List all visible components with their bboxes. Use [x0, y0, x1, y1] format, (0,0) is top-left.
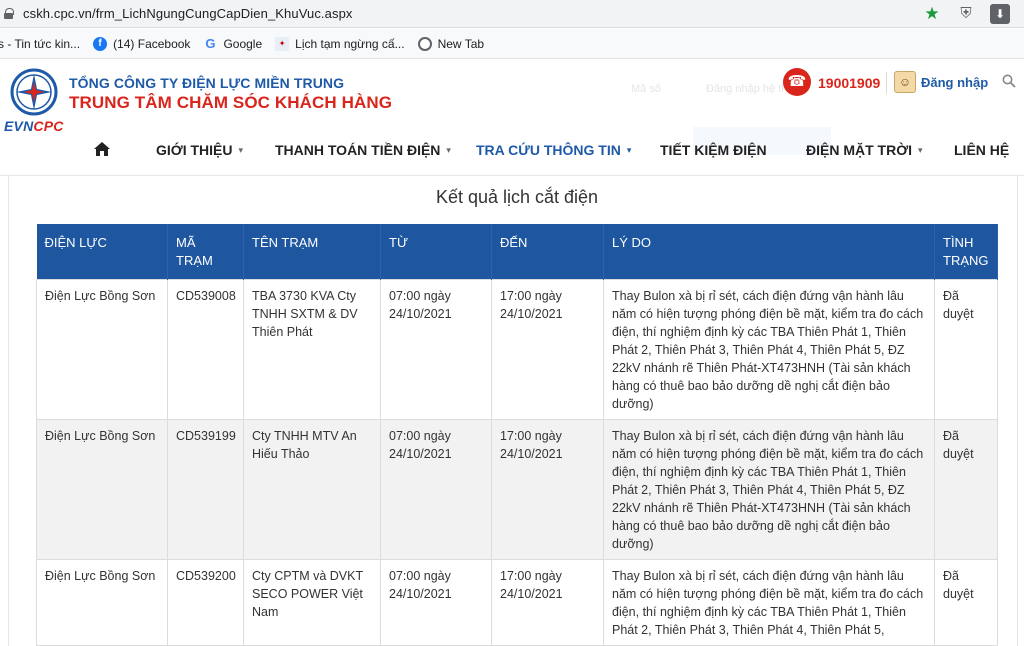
table-header-row: ĐIỆN LỰC MÃ TRẠM TÊN TRẠM TỪ ĐẾN LÝ DO T…: [36, 224, 998, 279]
bookmark-label: New Tab: [437, 36, 485, 51]
nav-label: GIỚI THIỆU: [156, 142, 233, 158]
cell-ten-tram: Cty CPTM và DVKT SECO POWER Việt Nam: [243, 558, 381, 646]
column-header: ĐẾN: [491, 224, 604, 279]
cell-dien-luc: Điện Lực Bồng Sơn: [36, 278, 168, 420]
download-icon[interactable]: ⬇: [990, 4, 1010, 24]
column-header: TỪ: [380, 224, 492, 279]
user-avatar-icon: ☺: [894, 71, 916, 93]
bookmark-label: (14) Facebook: [113, 36, 191, 51]
column-header: ĐIỆN LỰC: [36, 224, 168, 279]
cell-dien-luc: Điện Lực Bồng Sơn: [36, 418, 168, 560]
home-icon[interactable]: [93, 141, 111, 157]
url-bar-actions: ★ ⛨ ⬇: [922, 4, 1010, 24]
nav-item-dien-mat-troi[interactable]: ĐIỆN MẶT TRỜI ▾: [806, 142, 923, 158]
chevron-down-icon: ▾: [918, 145, 923, 155]
phone-icon: ☎: [783, 68, 811, 96]
bookmark-label: Lịch tạm ngừng cấ...: [295, 36, 405, 51]
cell-ten-tram: Cty TNHH MTV An Hiếu Thảo: [243, 418, 381, 560]
globe-icon: [417, 36, 432, 51]
evn-icon: ✦: [275, 36, 290, 51]
ghost-text: Mã số: [631, 83, 661, 95]
column-header: TÌNH TRẠNG: [934, 224, 998, 279]
cell-ma-tram: CD539199: [167, 418, 244, 560]
nav-label: TRA CỨU THÔNG TIN: [476, 142, 621, 158]
outage-schedule-table: ĐIỆN LỰC MÃ TRẠM TÊN TRẠM TỪ ĐẾN LÝ DO T…: [36, 224, 998, 646]
cell-tinh-trang: Đã duyệt: [934, 418, 998, 560]
url-text[interactable]: cskh.cpc.vn/frm_LichNgungCungCapDien_Khu…: [23, 6, 353, 21]
chevron-down-icon: ▾: [446, 145, 451, 155]
column-header: MÃ TRẠM: [167, 224, 244, 279]
cell-ma-tram: CD539200: [167, 558, 244, 646]
chevron-down-icon: ▾: [626, 145, 632, 155]
bookmark-label: s - Tin tức kin...: [0, 36, 81, 51]
site-page: EVNCPC TỔNG CÔNG TY ĐIỆN LỰC MIỀN TRUNG …: [0, 60, 1024, 646]
cell-dien-luc: Điện Lực Bồng Sơn: [36, 558, 168, 646]
cell-tu: 07:00 ngày 24/10/2021: [380, 418, 492, 560]
cell-ly-do: Thay Bulon xà bị rỉ sét, cách điện đứng …: [603, 558, 935, 646]
shield-icon[interactable]: ⛨: [956, 4, 976, 24]
nav-label: ĐIỆN MẶT TRỜI: [806, 142, 913, 158]
facebook-icon: f: [93, 36, 108, 51]
page-title: Kết quả lịch cắt điện: [435, 187, 599, 207]
logo-cpc-text: CPC: [33, 118, 64, 134]
nav-item-gioi-thieu[interactable]: GIỚI THIỆU ▾: [156, 142, 243, 158]
bookmark-item[interactable]: New Tab: [417, 36, 485, 51]
browser-url-bar[interactable]: cskh.cpc.vn/frm_LichNgungCungCapDien_Khu…: [0, 0, 1024, 28]
header-divider: [886, 72, 887, 94]
cell-den: 17:00 ngày 24/10/2021: [491, 418, 604, 560]
cell-ly-do: Thay Bulon xà bị rỉ sét, cách điện đứng …: [603, 418, 935, 560]
cell-tu: 07:00 ngày 24/10/2021: [380, 278, 492, 420]
cell-tinh-trang: Đã duyệt: [934, 558, 998, 646]
chevron-down-icon: ▾: [238, 145, 244, 155]
search-icon[interactable]: [1002, 74, 1016, 88]
login-link[interactable]: Đăng nhập: [921, 75, 988, 90]
bookmark-label: Google: [223, 36, 263, 51]
bookmark-star-icon[interactable]: ★: [922, 4, 942, 24]
logo-evn-text: EVN: [4, 118, 34, 134]
cell-tinh-trang: Đã duyệt: [934, 278, 998, 420]
nav-item-thanh-toan[interactable]: THANH TOÁN TIỀN ĐIỆN ▾: [275, 142, 451, 158]
evn-logo[interactable]: [10, 68, 58, 116]
google-icon: G: [205, 35, 216, 51]
nav-label: TIẾT KIỆM ĐIỆN: [660, 142, 767, 158]
cell-tu: 07:00 ngày 24/10/2021: [380, 558, 492, 646]
cell-ly-do: Thay Bulon xà bị rỉ sét, cách điện đứng …: [603, 278, 935, 420]
cell-ten-tram: TBA 3730 KVA Cty TNHH SXTM & DV Thiên Ph…: [243, 278, 381, 420]
main-nav: GIỚI THIỆU ▾ THANH TOÁN TIỀN ĐIỆN ▾ TRA CỨ…: [0, 136, 1024, 166]
hotline-number[interactable]: 19001909: [818, 75, 880, 91]
nav-label: THANH TOÁN TIỀN ĐIỆN: [275, 142, 441, 158]
column-header: TÊN TRẠM: [243, 224, 381, 279]
table-row: Điện Lực Bồng Sơn CD539200 Cty CPTM và D…: [36, 558, 998, 646]
table-row: Điện Lực Bồng Sơn CD539008 TBA 3730 KVA …: [36, 278, 998, 420]
bookmark-item[interactable]: f (14) Facebook: [93, 36, 191, 51]
bookmark-item[interactable]: s - Tin tức kin...: [0, 37, 80, 51]
nav-label: LIÊN HỆ: [954, 142, 1010, 158]
column-header: LÝ DO: [603, 224, 935, 279]
org-name-line1: TỔNG CÔNG TY ĐIỆN LỰC MIỀN TRUNG: [69, 75, 345, 91]
bookmark-item[interactable]: G Google: [203, 35, 263, 51]
nav-item-tiet-kiem[interactable]: TIẾT KIỆM ĐIỆN: [660, 142, 767, 158]
table-row: Điện Lực Bồng Sơn CD539199 Cty TNHH MTV …: [36, 418, 998, 560]
evncpc-wordmark: EVNCPC: [4, 118, 64, 134]
cell-ma-tram: CD539008: [167, 278, 244, 420]
cell-den: 17:00 ngày 24/10/2021: [491, 558, 604, 646]
lock-icon: [4, 8, 14, 19]
org-name-line2: TRUNG TÂM CHĂM SÓC KHÁCH HÀNG: [69, 93, 393, 112]
cell-den: 17:00 ngày 24/10/2021: [491, 278, 604, 420]
bookmark-item[interactable]: ✦ Lịch tạm ngừng cấ...: [275, 36, 405, 51]
nav-item-lien-he[interactable]: LIÊN HỆ: [954, 142, 1009, 158]
bookmarks-bar: s - Tin tức kin... f (14) Facebook G Goo…: [0, 29, 1024, 59]
nav-item-tra-cuu[interactable]: TRA CỨU THÔNG TIN ▾: [476, 142, 631, 158]
